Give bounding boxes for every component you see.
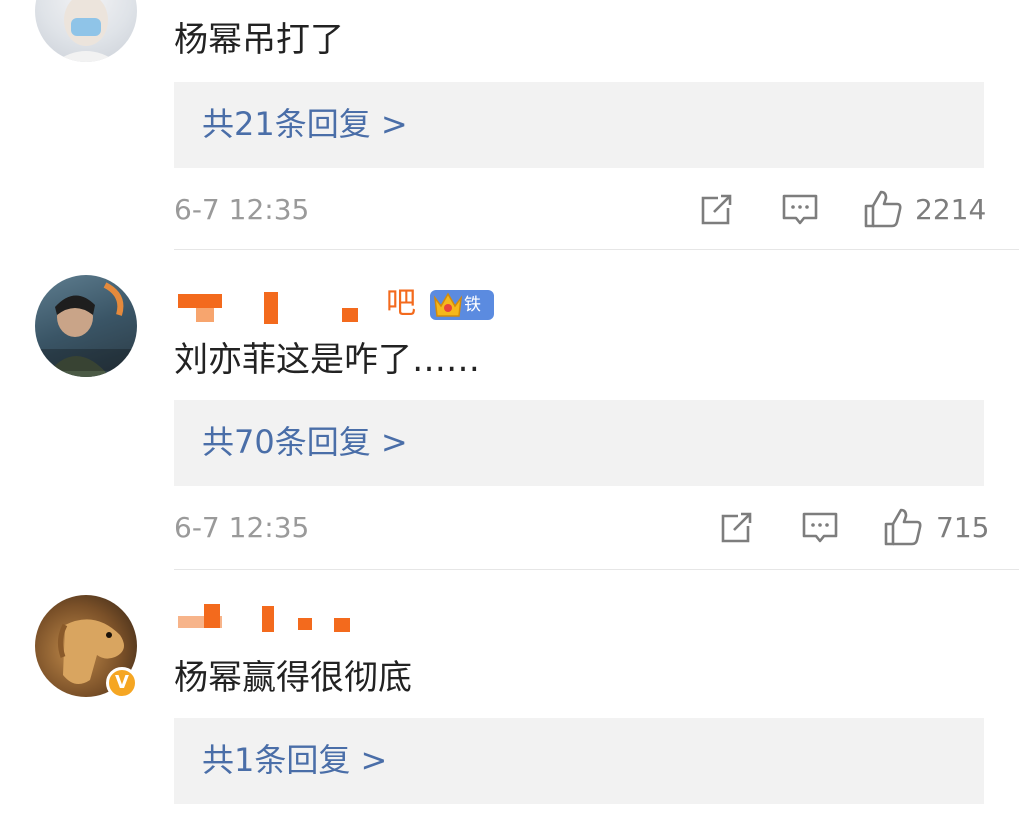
comment-item: 杨幂吊打了 共21条回复 > 6-7 12:35 2214: [0, 0, 1019, 250]
comment-text: 杨幂赢得很彻底: [174, 658, 412, 698]
username-redacted: [178, 292, 358, 324]
like-count: 715: [936, 511, 990, 544]
avatar[interactable]: [35, 0, 137, 62]
thumbs-up-icon: [884, 508, 922, 546]
view-replies-button[interactable]: 共70条回复 >: [174, 400, 984, 486]
comment-button[interactable]: [800, 510, 840, 548]
comment-icon: [782, 194, 818, 225]
comment-time: 6-7 12:35: [174, 511, 310, 544]
replies-label: 共1条回复 >: [202, 741, 388, 779]
comment-list: 杨幂吊打了 共21条回复 > 6-7 12:35 2214 吧 铁粉 刘亦菲这是…: [0, 0, 1019, 826]
avatar[interactable]: [35, 275, 137, 377]
like-button[interactable]: [862, 188, 904, 230]
share-icon: [721, 512, 752, 543]
replies-label: 共70条回复 >: [202, 423, 408, 461]
crown-icon: [433, 292, 463, 317]
replies-label: 共21条回复 >: [202, 105, 408, 143]
comment-button[interactable]: [780, 192, 820, 230]
username-tail: 吧: [386, 286, 416, 321]
avatar-image: [39, 282, 133, 377]
badge-label: 铁粉: [464, 295, 481, 345]
comment-item: V 杨幂赢得很彻底 共1条回复 >: [0, 570, 1019, 826]
comment-time: 6-7 12:35: [174, 193, 310, 226]
thumbs-up-icon: [864, 190, 902, 228]
comment-text: 刘亦菲这是咋了……: [174, 340, 480, 380]
verified-badge: V: [106, 667, 138, 699]
comment-text: 杨幂吊打了: [174, 20, 344, 60]
username[interactable]: [174, 600, 374, 640]
comment-icon: [802, 512, 838, 543]
comment-item: 吧 铁粉 刘亦菲这是咋了…… 共70条回复 > 6-7 12:35 715: [0, 250, 1019, 570]
avatar-image: [55, 0, 117, 62]
share-button[interactable]: [718, 510, 756, 546]
view-replies-button[interactable]: 共1条回复 >: [174, 718, 984, 804]
like-button[interactable]: [882, 506, 924, 548]
share-button[interactable]: [698, 192, 736, 228]
username-redacted: [178, 604, 350, 632]
like-count: 2214: [915, 193, 987, 226]
fan-badge: 铁粉: [430, 290, 494, 345]
username[interactable]: 吧 铁粉: [174, 286, 494, 345]
share-icon: [701, 194, 732, 225]
view-replies-button[interactable]: 共21条回复 >: [174, 82, 984, 168]
